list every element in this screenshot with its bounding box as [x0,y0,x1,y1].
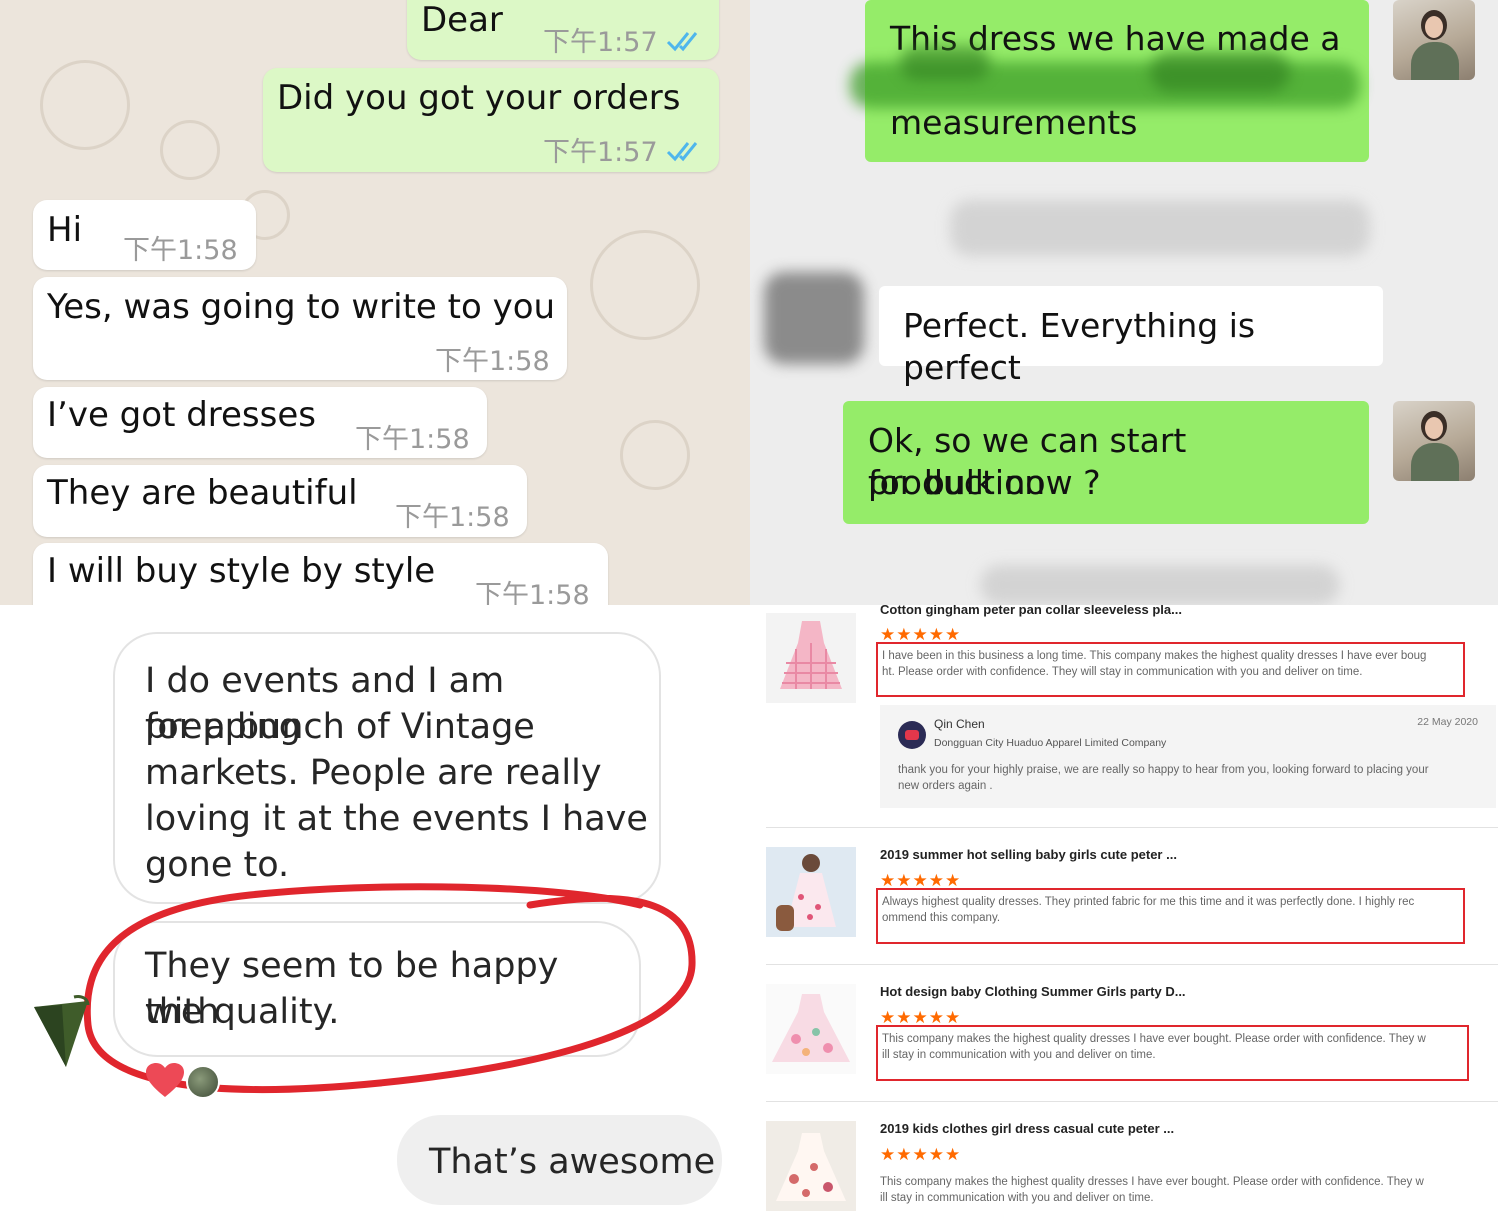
message-text: Dear [421,0,503,40]
review-text-line: This company makes the highest quality d… [882,1033,1426,1045]
review-item: 2019 summer hot selling baby girls cute … [750,835,1498,965]
review-text-line: I have been in this business a long time… [882,650,1427,662]
reply-text-line: thank you for your highly praise, we are… [898,764,1429,776]
review-text-line: This company makes the highest quality d… [880,1176,1424,1188]
message-text: They are beautiful [47,473,358,513]
double-check-icon [667,142,698,162]
message-bubble-incoming[interactable]: Perfect. Everything is perfect [879,286,1383,387]
message-text: Did you got your orders [277,78,681,118]
message-time-text: 下午1:57 [543,27,658,58]
review-text-highlighted: I have been in this business a long time… [876,642,1465,697]
review-text-line: ommend this company. [882,912,1001,924]
redaction-scribble [1150,52,1290,92]
message-bubble-incoming[interactable]: I will buy style by style 下午1:58 [33,543,608,605]
message-time: 下午1:57 [543,130,704,169]
divider [766,1101,1498,1102]
message-bubble-outgoing[interactable]: That’s awesome [397,1115,722,1205]
reply-date: 22 May 2020 [1417,716,1478,728]
wechat-chat-panel: This dress we have made a measurements P… [750,0,1498,605]
product-thumbnail[interactable] [766,847,856,937]
redaction-blur [980,565,1340,605]
avatar[interactable] [1393,0,1475,80]
reaction-avatar[interactable] [186,1065,220,1099]
message-time: 下午1:57 [543,20,704,59]
message-time: 下午1:58 [435,346,550,377]
message-text: That’s awesome [429,1142,716,1182]
star-rating: ★★★★★ [880,1145,962,1164]
product-title[interactable]: Hot design baby Clothing Summer Girls pa… [880,984,1186,999]
review-item: 2019 kids clothes girl dress casual cute… [750,1109,1498,1212]
wallpaper-doodle [620,420,690,490]
wallpaper-doodle [40,60,130,150]
review-text-highlighted: This company makes the highest quality d… [876,1025,1469,1081]
sender-avatar-leaf-icon[interactable] [30,993,96,1073]
review-text-highlighted: Always highest quality dresses. They pri… [876,888,1465,944]
message-bubble-incoming[interactable]: They are beautiful 下午1:58 [33,465,527,537]
message-text: Hi [47,210,83,250]
avatar[interactable] [1393,401,1475,481]
message-time: 下午1:58 [475,580,590,605]
message-text: I’ve got dresses [47,395,316,435]
redaction-blur [950,200,1370,256]
message-bubble-outgoing[interactable]: Ok, so we can start production for bulk … [843,401,1369,524]
review-item: Hot design baby Clothing Summer Girls pa… [750,972,1498,1102]
message-text-line2: measurements [890,103,1138,142]
message-time-text: 下午1:57 [543,137,658,168]
wallpaper-doodle [590,230,700,340]
heart-icon[interactable] [146,1063,184,1099]
message-time: 下午1:58 [355,424,470,455]
redaction-blur-avatar [764,272,864,364]
product-title[interactable]: Cotton gingham peter pan collar sleevele… [880,605,1182,617]
product-title[interactable]: 2019 summer hot selling baby girls cute … [880,847,1177,862]
message-bubble-incoming[interactable]: Hi 下午1:58 [33,200,256,270]
double-check-icon [667,32,698,52]
seller-reply: Qin Chen 22 May 2020 Dongguan City Huadu… [880,705,1496,808]
instagram-chat-panel: I do events and I am prepping for a bunc… [0,605,750,1212]
wallpaper-doodle [160,120,220,180]
review-item: Cotton gingham peter pan collar sleevele… [750,605,1498,827]
message-text: Perfect. Everything is perfect [903,306,1256,387]
message-text: I will buy style by style [47,551,436,591]
divider [766,827,1498,828]
review-text-line: ill stay in communication with you and d… [882,1049,1156,1061]
reply-author: Qin Chen [934,717,985,731]
review-text-line: Always highest quality dresses. They pri… [882,896,1415,908]
reply-text-line: new orders again . [898,780,993,792]
message-bubble-incoming[interactable]: I’ve got dresses 下午1:58 [33,387,487,458]
message-time: 下午1:58 [395,502,510,533]
message-text-line2: for bulk now ? [868,463,1101,502]
redaction-scribble [900,46,990,80]
review-text-line: ill stay in communication with you and d… [880,1192,1154,1204]
reviews-panel: Cotton gingham peter pan collar sleevele… [750,605,1498,1212]
message-time: 下午1:58 [123,235,238,266]
product-title[interactable]: 2019 kids clothes girl dress casual cute… [880,1121,1174,1136]
whatsapp-chat-panel: Dear 下午1:57 Did you got your orders 下午1:… [0,0,750,605]
divider [766,964,1498,965]
product-thumbnail[interactable] [766,984,856,1074]
message-bubble-outgoing[interactable]: Dear 下午1:57 [407,0,719,60]
product-thumbnail[interactable] [766,613,856,703]
message-bubble-outgoing[interactable]: Did you got your orders 下午1:57 [263,68,719,172]
reply-company: Dongguan City Huaduo Apparel Limited Com… [934,737,1167,749]
review-text: This company makes the highest quality d… [880,1174,1465,1206]
product-thumbnail[interactable] [766,1121,856,1211]
review-text-line: ht. Please order with confidence. They w… [882,666,1363,678]
message-text: Yes, was going to write to you [47,287,556,327]
message-bubble-incoming[interactable]: Yes, was going to write to you 下午1:58 [33,277,567,380]
company-logo-icon [898,721,926,749]
